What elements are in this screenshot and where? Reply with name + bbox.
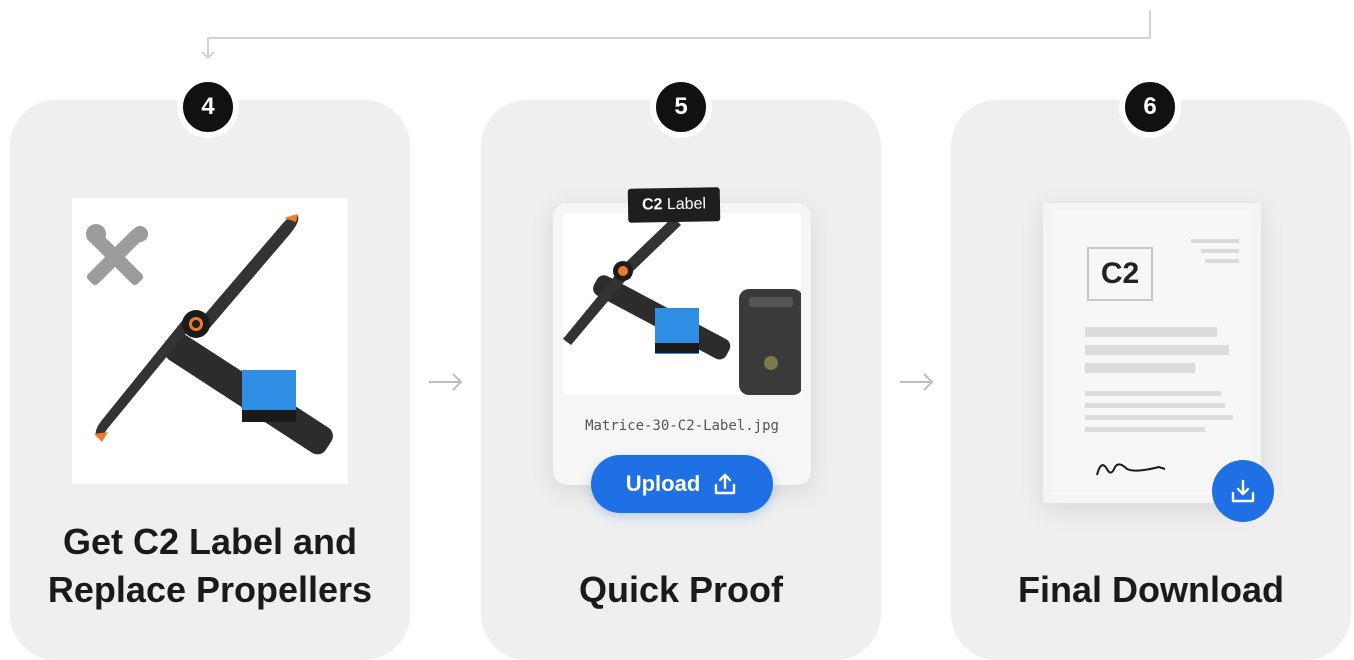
- arrow-right-icon: [900, 373, 934, 391]
- step-badge: 6: [1119, 76, 1181, 138]
- file-name: Matrice-30-C2-Label.jpg: [585, 418, 779, 434]
- c2-tag-bold: C2: [641, 196, 663, 214]
- c2-tag-text: Label: [662, 195, 707, 214]
- step-title: Quick Proof: [578, 569, 784, 610]
- step-6-card: C2 6 Final Download: [951, 76, 1351, 660]
- document-page: C2: [1051, 211, 1253, 495]
- step-title: Final Download: [1018, 569, 1284, 610]
- document-lines: [1085, 239, 1239, 476]
- tools-icon: [86, 224, 148, 286]
- upload-label: Upload: [625, 471, 701, 496]
- download-icon: [1231, 479, 1255, 503]
- c2-label-tag: C2 Label: [627, 187, 721, 223]
- drone-photo: [563, 213, 801, 395]
- step-5-card: C2 Label Matrice-30-C2-Label.jpg Upload …: [481, 76, 881, 660]
- step-title: Get C2 Label and: [62, 521, 358, 562]
- step-4-card: 4 Get C2 Label and Replace Propellers: [10, 76, 410, 660]
- flow-connector: [201, 10, 1151, 60]
- upload-button[interactable]: Upload: [591, 455, 773, 513]
- signature-icon: [1096, 463, 1166, 476]
- propeller-photo: [72, 198, 348, 484]
- download-button[interactable]: [1212, 460, 1274, 522]
- step-badge: 4: [177, 76, 239, 138]
- document-preview: C2: [1043, 203, 1261, 503]
- arrow-right-icon: [429, 373, 463, 391]
- step-badge: 5: [650, 76, 712, 138]
- step-title: Replace Propellers: [47, 569, 373, 610]
- upload-icon: [715, 473, 736, 495]
